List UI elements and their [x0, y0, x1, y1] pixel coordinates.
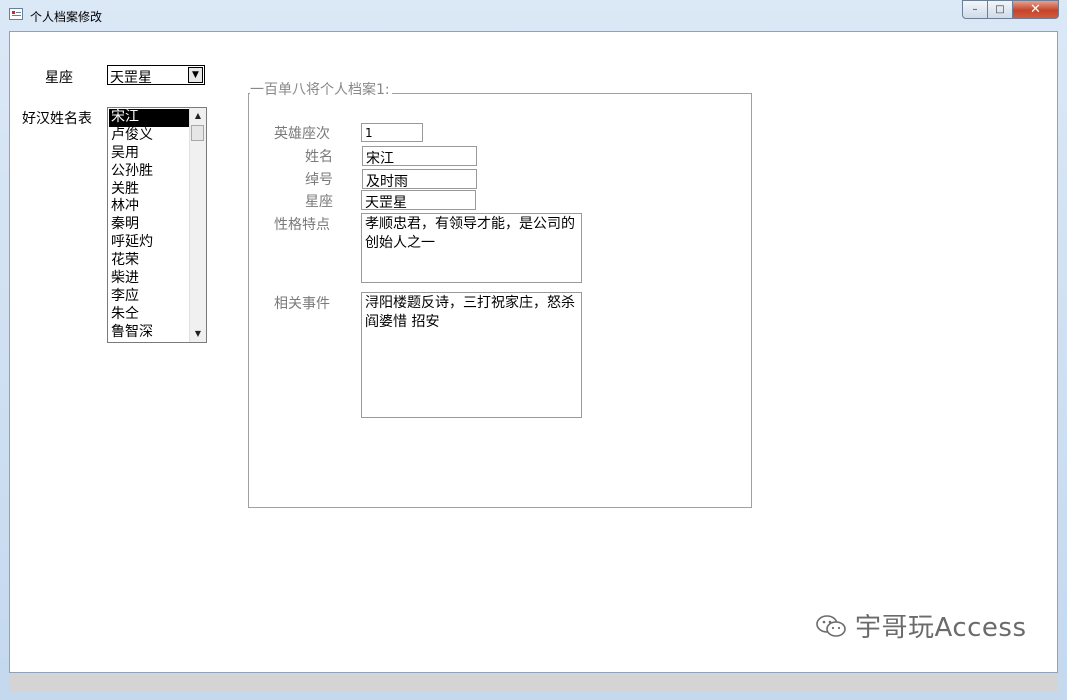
minimize-button[interactable]: –: [962, 0, 988, 19]
form-body: 星座 天罡星 ▼ 好汉姓名表 宋江 卢俊义 吴用 公孙胜 关胜 林冲 秦明 呼延灼 花荣 柴进 李应…: [9, 31, 1058, 673]
list-item[interactable]: 林冲: [109, 198, 189, 216]
status-bar: [9, 673, 1058, 691]
scroll-thumb[interactable]: [191, 125, 204, 141]
hero-list-items: 宋江 卢俊义 吴用 公孙胜 关胜 林冲 秦明 呼延灼 花荣 柴进 李应 朱仝 鲁智深: [109, 109, 189, 342]
traits-field[interactable]: 孝顺忠君，有领导才能，是公司的创始人之一: [361, 213, 582, 283]
window-controls: – □ ✕: [962, 0, 1059, 20]
scroll-up-icon[interactable]: ▲: [190, 108, 206, 124]
name-label: 姓名: [305, 149, 333, 165]
list-item[interactable]: 花荣: [109, 252, 189, 270]
list-scrollbar[interactable]: ▲ ▼: [189, 108, 206, 342]
list-item[interactable]: 柴进: [109, 270, 189, 288]
constellation-combo[interactable]: 天罡星 ▼: [107, 65, 205, 86]
form-window: 个人档案修改 – □ ✕ 星座 天罡星 ▼ 好汉姓名表 宋江 卢俊义 吴用 公孙胜 关胜…: [0, 0, 1067, 700]
hero-list-label: 好汉姓名表: [22, 111, 92, 127]
list-item[interactable]: 卢俊义: [109, 127, 189, 145]
maximize-button[interactable]: □: [988, 0, 1013, 19]
nickname-field[interactable]: 及时雨: [362, 169, 477, 189]
name-field[interactable]: 宋江: [362, 146, 477, 166]
wechat-icon: [815, 613, 847, 639]
record-constellation-label: 星座: [305, 194, 333, 210]
scroll-down-icon[interactable]: ▼: [190, 326, 206, 342]
rank-field[interactable]: 1: [361, 123, 423, 142]
list-item[interactable]: 鲁智深: [109, 324, 189, 342]
watermark: 宇哥玩Access: [815, 607, 1027, 644]
list-item[interactable]: 朱仝: [109, 306, 189, 324]
list-item[interactable]: 秦明: [109, 216, 189, 234]
list-item[interactable]: 宋江: [109, 109, 189, 127]
window-title: 个人档案修改: [30, 10, 103, 24]
list-item[interactable]: 呼延灼: [109, 234, 189, 252]
list-item[interactable]: 关胜: [109, 181, 189, 199]
title-bar[interactable]: 个人档案修改 – □ ✕: [0, 0, 1067, 30]
rank-label: 英雄座次: [274, 126, 330, 142]
record-constellation-field[interactable]: 天罡星: [361, 190, 476, 210]
watermark-text: 宇哥玩Access: [855, 613, 1027, 643]
events-label: 相关事件: [274, 296, 330, 312]
form-icon: [9, 8, 23, 20]
constellation-combo-value: 天罡星: [110, 70, 152, 86]
constellation-filter-label: 星座: [45, 70, 73, 86]
record-frame-caption: 一百单八将个人档案1:: [250, 79, 392, 99]
chevron-down-icon[interactable]: ▼: [188, 67, 203, 83]
list-item[interactable]: 吴用: [109, 145, 189, 163]
list-item[interactable]: 李应: [109, 288, 189, 306]
close-button[interactable]: ✕: [1013, 0, 1059, 19]
list-item[interactable]: 公孙胜: [109, 163, 189, 181]
traits-label: 性格特点: [274, 217, 330, 233]
events-field[interactable]: 浔阳楼题反诗，三打祝家庄，怒杀阎婆惜 招安: [361, 292, 582, 418]
hero-name-list[interactable]: 宋江 卢俊义 吴用 公孙胜 关胜 林冲 秦明 呼延灼 花荣 柴进 李应 朱仝 鲁智深 ▲ ▼: [107, 107, 207, 343]
nickname-label: 绰号: [305, 172, 333, 188]
